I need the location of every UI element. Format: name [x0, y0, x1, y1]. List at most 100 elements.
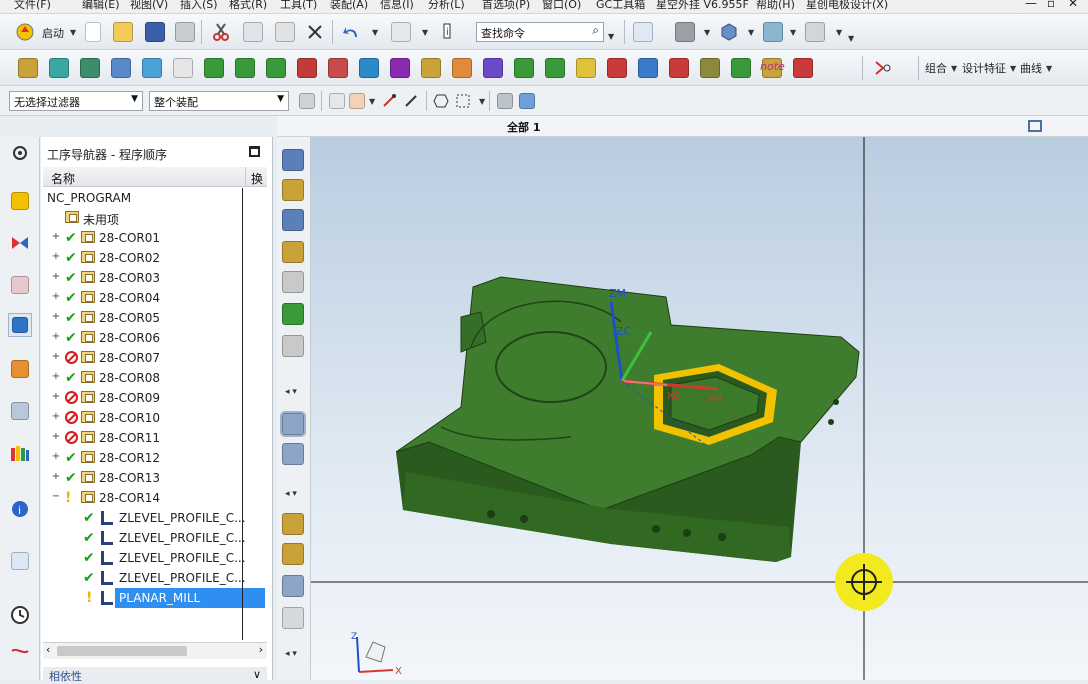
- menu-item-10[interactable]: 窗口(O): [542, 0, 581, 12]
- chevron-down-icon[interactable]: ▼: [70, 28, 76, 37]
- reuse-library-icon[interactable]: [8, 357, 32, 381]
- create-operation-icon[interactable]: [282, 271, 304, 293]
- menu-item-11[interactable]: GC工具箱: [596, 0, 645, 12]
- split-body-icon[interactable]: [325, 55, 351, 81]
- extrude-icon[interactable]: [15, 55, 41, 81]
- tree-row-operation[interactable]: ✔ ZLEVEL_PROFILE_C...: [43, 528, 267, 548]
- close-icon[interactable]: ✕: [1068, 0, 1078, 10]
- expand-icon[interactable]: +: [51, 232, 61, 242]
- general-selection-icon[interactable]: [294, 88, 320, 114]
- chevron-down-icon[interactable]: ▼: [1046, 64, 1052, 73]
- orient-view-icon[interactable]: [716, 19, 742, 45]
- face-offset-icon[interactable]: [294, 55, 320, 81]
- thread-icon[interactable]: [263, 55, 289, 81]
- history-clock-icon[interactable]: [8, 603, 32, 627]
- settings-gear-icon[interactable]: [8, 141, 32, 165]
- operation-navigator-icon[interactable]: [8, 313, 32, 337]
- menu-item-3[interactable]: 插入(S): [180, 0, 218, 12]
- datum-plane-icon[interactable]: [870, 55, 896, 81]
- create-tool-icon[interactable]: [282, 179, 304, 201]
- chevron-down-icon[interactable]: ▼: [369, 97, 375, 106]
- rib-icon[interactable]: [232, 55, 258, 81]
- intersect-icon[interactable]: [449, 55, 475, 81]
- menu-item-7[interactable]: 信息(I): [380, 0, 414, 12]
- undo-icon[interactable]: [338, 19, 364, 45]
- tree-row-program[interactable]: −! 28-COR14: [43, 488, 267, 508]
- unite-icon[interactable]: [387, 55, 413, 81]
- tree-row-operation[interactable]: ✔ ZLEVEL_PROFILE_C...: [43, 508, 267, 528]
- chamfer-icon[interactable]: [201, 55, 227, 81]
- more-tools-icon[interactable]: ◂ ▾: [285, 387, 297, 397]
- generate-toolpath-icon[interactable]: [282, 303, 304, 325]
- start-icon[interactable]: [12, 19, 38, 45]
- expand-icon[interactable]: +: [51, 372, 61, 382]
- start-menu-label[interactable]: 启动: [42, 25, 64, 41]
- command-search-input[interactable]: 查找命令 ⌕: [476, 22, 604, 42]
- simulate-icon[interactable]: [282, 607, 304, 629]
- tree-row-program[interactable]: + ✔ 28-COR03: [43, 268, 267, 288]
- block-icon[interactable]: [139, 55, 165, 81]
- display-tool-icon[interactable]: [280, 411, 306, 437]
- tree-row-program[interactable]: +28-COR09: [43, 388, 267, 408]
- selection-filter-dropdown[interactable]: 无选择过滤器 ▼: [9, 91, 143, 111]
- model-canvas[interactable]: ZM ZC YC XC XM X Z: [311, 137, 1088, 680]
- expand-icon[interactable]: +: [51, 272, 61, 282]
- pocket-icon[interactable]: [108, 55, 134, 81]
- graphics-viewport[interactable]: ZM ZC YC XC XM X Z: [311, 137, 1088, 680]
- part-navigator-icon[interactable]: [8, 273, 32, 297]
- create-geometry-icon[interactable]: [282, 209, 304, 231]
- column-switch-header[interactable]: 换: [251, 170, 263, 187]
- tree-row-program[interactable]: + ✔ 28-COR08: [43, 368, 267, 388]
- palette-icon[interactable]: [8, 441, 32, 465]
- hd3d-tools-icon[interactable]: [8, 399, 32, 423]
- expand-icon[interactable]: +: [51, 352, 61, 362]
- tree-row-program[interactable]: + ✔ 28-COR04: [43, 288, 267, 308]
- note-label[interactable]: note: [760, 60, 785, 73]
- expand-icon[interactable]: +: [51, 452, 61, 462]
- create-method-icon[interactable]: [282, 241, 304, 263]
- menu-item-8[interactable]: 分析(L): [428, 0, 465, 12]
- info-command-icon[interactable]: i: [438, 19, 464, 45]
- viewport-tab[interactable]: 全部 1: [507, 119, 540, 135]
- selection-scope-dropdown[interactable]: 整个装配 ▼: [149, 91, 289, 111]
- search-icon[interactable]: ⌕: [592, 23, 599, 38]
- menu-item-9[interactable]: 首选项(P): [482, 0, 530, 12]
- tree-row-program[interactable]: + ✔ 28-COR12: [43, 448, 267, 468]
- horizontal-scrollbar[interactable]: ‹ ›: [43, 642, 267, 659]
- move-face-icon[interactable]: [635, 55, 661, 81]
- display-geometry-icon[interactable]: [282, 443, 304, 465]
- menu-item-12[interactable]: 星空外挂 V6.955F: [656, 0, 749, 12]
- shell-icon[interactable]: [511, 55, 537, 81]
- chevron-down-icon[interactable]: ▼: [608, 32, 614, 41]
- new-file-icon[interactable]: [80, 19, 106, 45]
- paste-icon[interactable]: [272, 19, 298, 45]
- section-view-icon[interactable]: [760, 19, 786, 45]
- tree-row-program[interactable]: + ✔ 28-COR01: [43, 228, 267, 248]
- cut-icon[interactable]: [208, 19, 234, 45]
- snap-mid-icon[interactable]: [398, 88, 424, 114]
- expand-icon[interactable]: +: [51, 412, 61, 422]
- info-window-icon[interactable]: i: [8, 497, 32, 521]
- revolve-icon[interactable]: [46, 55, 72, 81]
- draft-icon[interactable]: [480, 55, 506, 81]
- collapse-icon[interactable]: −: [51, 492, 61, 502]
- background-color-icon[interactable]: [802, 19, 828, 45]
- scroll-right-icon[interactable]: ›: [259, 643, 263, 656]
- chevron-down-icon[interactable]: ▼: [1010, 64, 1016, 73]
- render-style-icon[interactable]: [672, 19, 698, 45]
- tree-row-program[interactable]: + ✔ 28-COR05: [43, 308, 267, 328]
- menu-item-4[interactable]: 格式(R): [229, 0, 267, 12]
- edge-blend-icon[interactable]: [170, 55, 196, 81]
- chevron-down-icon[interactable]: ▼: [372, 28, 378, 37]
- maximize-view-icon[interactable]: [1028, 120, 1042, 132]
- measure-icon[interactable]: [697, 55, 723, 81]
- chevron-down-icon[interactable]: ∨: [253, 668, 261, 681]
- boss-icon[interactable]: [77, 55, 103, 81]
- system-materials-icon[interactable]: [8, 641, 32, 665]
- point-dialog-icon[interactable]: [344, 88, 370, 114]
- tree-row-program[interactable]: + ✔ 28-COR13: [43, 468, 267, 488]
- menu-item-1[interactable]: 编辑(E): [82, 0, 120, 12]
- menu-item-5[interactable]: 工具(T): [280, 0, 317, 12]
- create-program-icon[interactable]: [282, 149, 304, 171]
- sew-icon[interactable]: [573, 55, 599, 81]
